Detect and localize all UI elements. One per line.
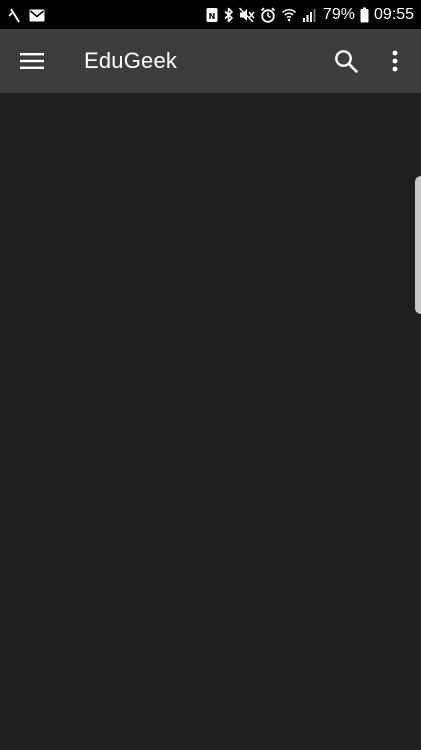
email-icon bbox=[29, 9, 45, 22]
app-title: EduGeek bbox=[84, 48, 178, 73]
app-screen: N 79% 09:55 EduGeek bbox=[0, 0, 421, 750]
signal-no-data-icon bbox=[8, 7, 22, 23]
bluetooth-icon bbox=[223, 7, 234, 23]
menu-icon bbox=[20, 52, 44, 70]
app-bar: EduGeek bbox=[0, 29, 421, 93]
menu-button[interactable] bbox=[12, 41, 52, 81]
alarm-icon bbox=[260, 7, 276, 23]
content-area[interactable] bbox=[0, 93, 421, 750]
nfc-icon: N bbox=[206, 7, 218, 23]
status-time: 09:55 bbox=[373, 6, 414, 23]
status-bar: N 79% 09:55 bbox=[0, 0, 421, 29]
search-button[interactable] bbox=[326, 41, 366, 81]
cellular-signal-icon bbox=[302, 7, 318, 23]
mute-icon bbox=[238, 7, 255, 23]
svg-text:N: N bbox=[209, 12, 216, 21]
status-bar-left bbox=[8, 5, 45, 25]
battery-percent: 79% bbox=[322, 6, 355, 23]
battery-icon bbox=[360, 7, 369, 23]
status-bar-right: N 79% 09:55 bbox=[206, 4, 414, 26]
search-icon bbox=[334, 49, 358, 73]
edge-panel-handle[interactable] bbox=[415, 176, 421, 314]
more-vertical-icon bbox=[392, 50, 398, 72]
overflow-menu-button[interactable] bbox=[375, 41, 415, 81]
wifi-icon bbox=[281, 7, 297, 23]
